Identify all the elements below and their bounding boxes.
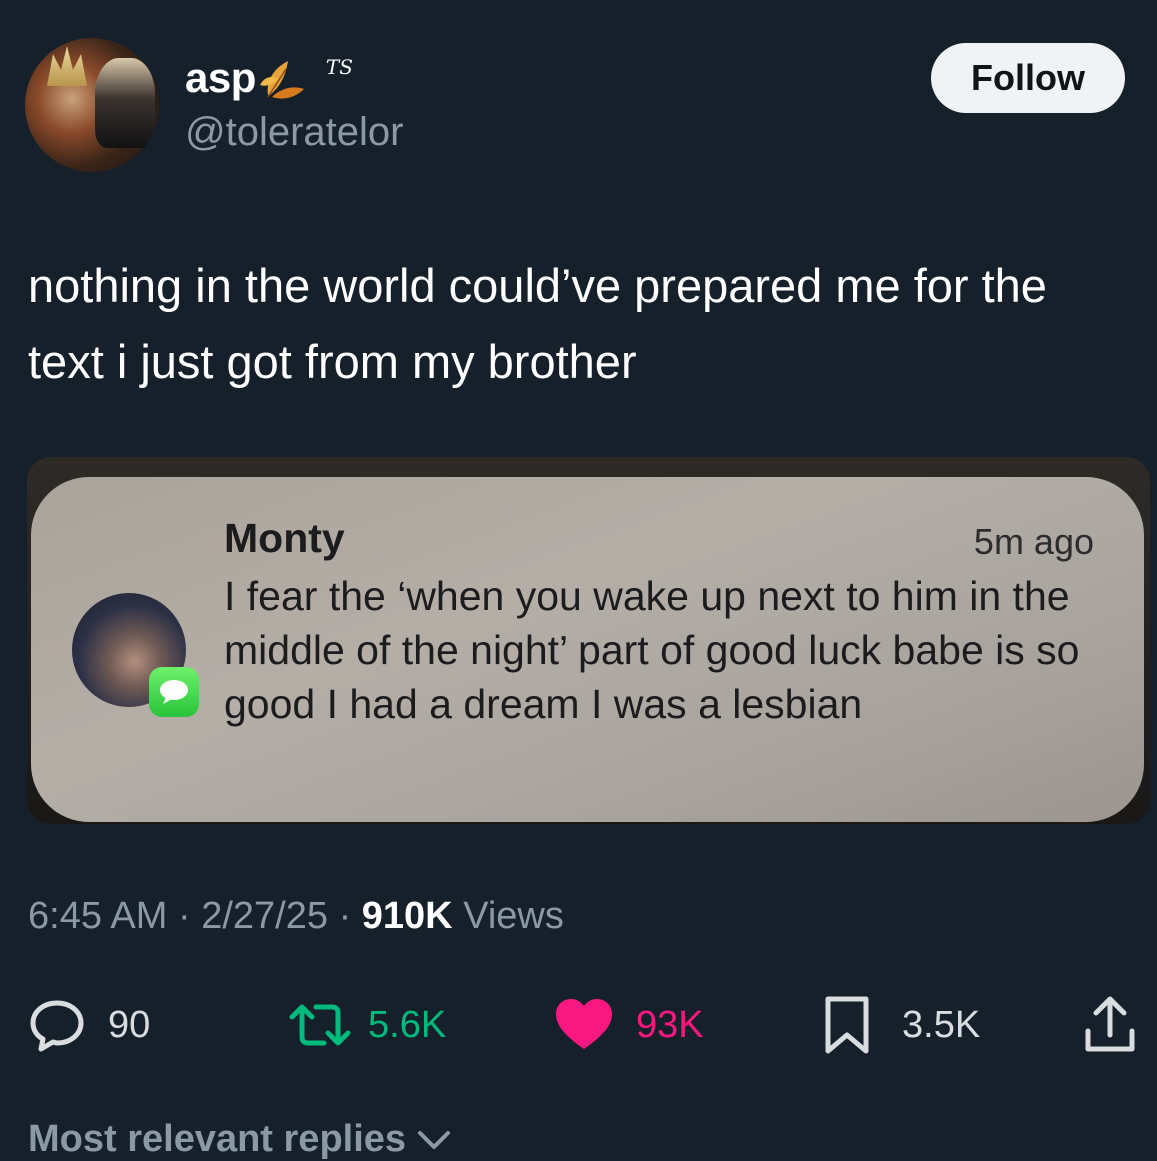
tweet-media-image[interactable]: Monty 5m ago I fear the ‘when you wake u… (27, 457, 1150, 824)
notification-body: I fear the ‘when you wake up next to him… (224, 573, 1080, 727)
share-icon (1085, 996, 1135, 1052)
views-label: Views (463, 895, 564, 937)
repost-icon (289, 1004, 351, 1046)
notification-time: 5m ago (973, 521, 1094, 562)
author-display-name[interactable]: asp (185, 54, 256, 102)
author-ts-tag: TS (325, 55, 353, 79)
author-handle[interactable]: @toleratelor (185, 110, 403, 155)
author-avatar[interactable] (25, 38, 159, 172)
autumn-leaf-icon (259, 61, 304, 99)
share-button[interactable] (1082, 990, 1138, 1060)
notification-sender: Monty (224, 515, 345, 561)
meta-separator: · (338, 895, 352, 937)
tweet-time[interactable]: 6:45 AM (28, 895, 167, 937)
bookmark-count: 3.5K (902, 1003, 981, 1046)
reply-count: 90 (108, 1003, 151, 1046)
messages-icon (149, 667, 199, 717)
reply-button[interactable]: 90 (28, 990, 150, 1060)
reply-icon (30, 1000, 84, 1052)
tweet-meta: 6:45 AM · 2/27/25 · 910K Views (28, 895, 564, 938)
views-count: 910K (361, 895, 453, 937)
tweet-text: nothing in the world could’ve prepared m… (28, 259, 1047, 388)
author-name-row: asp TS (185, 54, 353, 102)
chevron-down-icon (418, 1130, 451, 1149)
like-button[interactable]: 93K (554, 990, 704, 1060)
meta-separator: · (177, 895, 191, 937)
tweet-date[interactable]: 2/27/25 (201, 895, 328, 937)
like-count: 93K (636, 1003, 704, 1046)
repost-button[interactable]: 5.6K (286, 990, 446, 1060)
message-notification: Monty 5m ago I fear the ‘when you wake u… (31, 477, 1144, 822)
bookmark-icon (825, 996, 869, 1054)
repost-count: 5.6K (368, 1003, 447, 1046)
bookmark-button[interactable]: 3.5K (822, 990, 980, 1060)
action-bar: 90 5.6K 93K 3.5K (0, 990, 1157, 1060)
heart-icon (556, 999, 612, 1049)
replies-sort-label: Most relevant replies (28, 1118, 407, 1160)
replies-sort-dropdown[interactable]: Most relevant replies (28, 1118, 454, 1161)
follow-button[interactable]: Follow (931, 43, 1125, 113)
